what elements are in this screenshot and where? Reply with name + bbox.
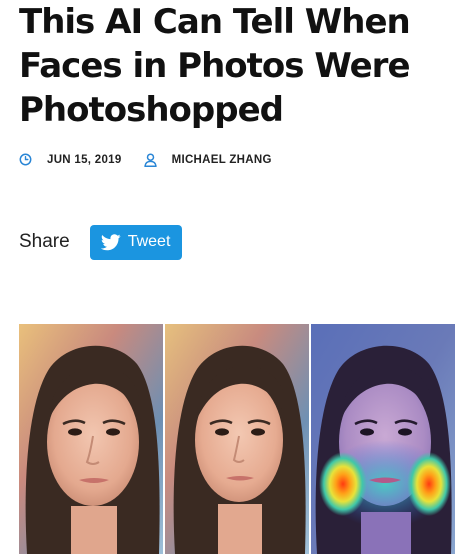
share-bar: Share Tweet — [19, 224, 183, 260]
twitter-bird-icon — [100, 233, 121, 251]
author-name[interactable]: MICHAEL ZHANG — [172, 154, 272, 166]
tweet-label: Tweet — [127, 233, 171, 250]
article-meta: JUN 15, 2019 MICHAEL ZHANG — [19, 150, 272, 170]
person-icon — [143, 153, 158, 167]
share-label: Share — [19, 231, 70, 252]
photoshopped-face-photo — [165, 324, 309, 554]
title-line-1: This AI Can Tell When — [19, 2, 411, 42]
title-line-2: Faces in Photos Were — [19, 46, 411, 86]
original-face-photo — [19, 324, 163, 554]
heatmap-face-photo — [311, 324, 455, 554]
clock-icon — [19, 153, 33, 167]
publish-date: JUN 15, 2019 — [47, 154, 122, 166]
face-photo-strip — [19, 324, 455, 554]
article-title: This AI Can Tell When Faces in Photos We… — [19, 0, 459, 132]
tweet-button[interactable]: Tweet — [89, 224, 183, 260]
title-line-3: Photoshopped — [19, 90, 284, 130]
